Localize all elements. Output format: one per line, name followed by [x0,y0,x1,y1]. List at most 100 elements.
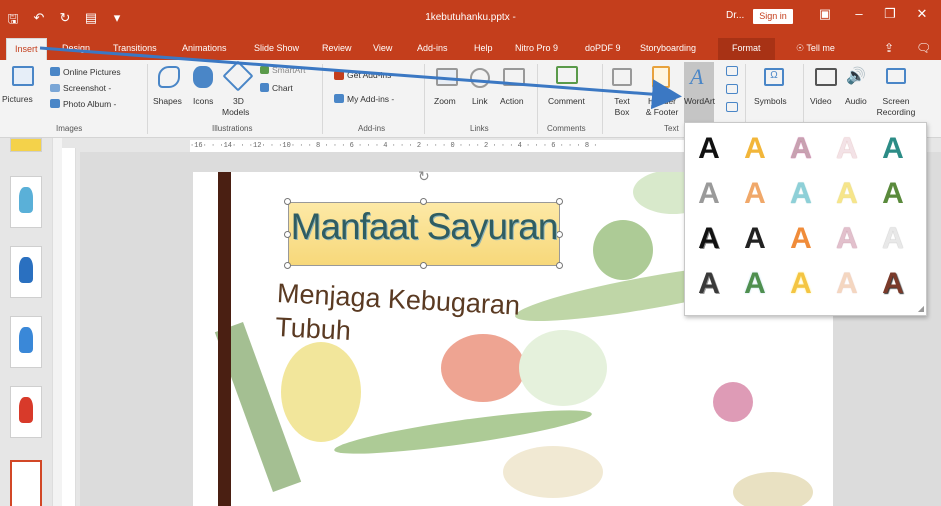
account-name[interactable]: Dr... [726,10,744,21]
slide-thumbnail[interactable] [10,386,42,438]
video-button[interactable]: Video [810,96,832,106]
minimize-icon[interactable]: – [847,6,871,21]
quick-access-toolbar: 🖫 ↶ ↻ ▤ ▾ [6,10,124,32]
wordart-style-option[interactable]: A [781,219,821,259]
comment-button[interactable]: Comment [548,96,585,106]
zoom-button[interactable]: Zoom [434,96,456,106]
screenshot-button[interactable]: Screenshot - [63,83,111,93]
3d-models-button[interactable]: 3D [233,96,244,106]
date-time-icon[interactable] [726,66,738,76]
wordart-style-option[interactable]: A [781,174,821,214]
separator [322,64,323,134]
restore-icon[interactable]: ❐ [878,6,902,22]
wordart-style-option[interactable]: A [781,264,821,304]
ribbon-display-icon[interactable]: ▣ [813,6,837,22]
screen-recording-button[interactable]: Screen [873,96,919,106]
slide-title[interactable]: Manfaat Sayuran [288,206,560,248]
tab-add-ins[interactable]: Add-ins [417,43,448,53]
wordart-style-option[interactable]: A [827,264,867,304]
onion-shape [733,472,813,506]
broccoli-shape [593,220,653,280]
slide-subtitle[interactable]: Menjaga Kebugaran Tubuh [274,276,521,357]
present-icon[interactable]: ▤ [84,10,98,32]
action-button[interactable]: Action [500,96,524,106]
symbols-button[interactable]: Symbols [754,96,787,106]
thumbnail-scrollbar[interactable] [52,138,62,506]
tab-view[interactable]: View [373,43,392,53]
resize-handle[interactable] [556,262,563,269]
wordart-style-option[interactable]: A [735,264,775,304]
wordart-style-option[interactable]: A [827,129,867,169]
link-icon [470,68,490,88]
redo-icon[interactable]: ↻ [58,10,72,32]
document-title: 1kebutuhanku.pptx - [425,12,516,23]
tab-slide-show[interactable]: Slide Show [254,43,299,53]
tab-help[interactable]: Help [474,43,493,53]
resize-handle[interactable] [284,198,291,205]
wordart-button[interactable]: A WordArt [684,62,715,122]
tell-me-search[interactable]: ☉ Tell me [796,43,835,54]
slide-number-icon[interactable] [726,84,738,94]
tab-design[interactable]: Design [62,43,90,53]
pictures-button[interactable]: Pictures [2,94,33,104]
tab-dopdf[interactable]: doPDF 9 [585,43,621,53]
link-button[interactable]: Link [472,96,488,106]
slide-thumbnail[interactable] [10,246,42,298]
icons-button[interactable]: Icons [193,96,213,106]
icons-icon [193,66,213,88]
tab-storyboarding[interactable]: Storyboarding [640,43,696,53]
tab-insert[interactable]: Insert [6,38,47,60]
wordart-style-option[interactable]: A [873,264,913,304]
wordart-style-option[interactable]: A [689,129,729,169]
wordart-style-option[interactable]: A [735,219,775,259]
smartart-icon [260,66,269,74]
online-pictures-button[interactable]: Online Pictures [63,67,121,77]
resize-handle[interactable] [420,198,427,205]
photo-album-button[interactable]: Photo Album - [63,99,116,109]
undo-icon[interactable]: ↶ [32,10,46,32]
wordart-style-option[interactable]: A [873,129,913,169]
shapes-button[interactable]: Shapes [153,96,182,106]
wordart-style-option[interactable]: A [827,219,867,259]
slide-thumbnail[interactable] [10,138,42,152]
tab-animations[interactable]: Animations [182,43,227,53]
tab-transitions[interactable]: Transitions [113,43,157,53]
wordart-style-option[interactable]: A [781,129,821,169]
comment-icon [556,66,578,84]
wordart-styles-gallery: ◢ AAAAAAAAAAAAAAAAAAAA [684,122,927,316]
wordart-style-option[interactable]: A [735,129,775,169]
audio-button[interactable]: Audio [845,96,867,106]
resize-grip-icon[interactable]: ◢ [918,304,924,313]
resize-handle[interactable] [284,262,291,269]
tab-nitro-pro[interactable]: Nitro Pro 9 [515,43,558,53]
wordart-style-option[interactable]: A [873,219,913,259]
tab-format[interactable]: Format [718,38,775,60]
slide-thumbnail[interactable] [10,316,42,368]
slide-thumbnail-selected[interactable] [10,460,42,506]
comments-icon[interactable]: 🗨 [916,41,931,55]
close-icon[interactable]: ✕ [910,6,934,22]
wordart-style-option[interactable]: A [735,174,775,214]
sign-in-button[interactable]: Sign in [753,9,793,24]
save-icon[interactable]: 🖫 [6,10,20,32]
get-add-ins-button[interactable]: Get Add-ins [347,70,391,80]
wordart-style-option[interactable]: A [827,174,867,214]
wordart-style-option[interactable]: A [689,174,729,214]
wordart-style-option[interactable]: A [689,219,729,259]
chart-button[interactable]: Chart [272,83,293,93]
text-box-button[interactable]: Text [611,96,633,106]
tab-review[interactable]: Review [322,43,352,53]
customize-icon[interactable]: ▾ [110,10,124,32]
smartart-button[interactable]: SmartArt [272,65,306,75]
rotate-handle-icon[interactable]: ↻ [418,168,430,185]
resize-handle[interactable] [420,262,427,269]
slide-thumbnail[interactable] [10,176,42,228]
wordart-style-option[interactable]: A [873,174,913,214]
my-add-ins-button[interactable]: My Add-ins - [347,94,394,104]
object-icon[interactable] [726,102,738,112]
header-footer-button[interactable]: Header [642,96,682,106]
wordart-style-option[interactable]: A [689,264,729,304]
share-icon[interactable]: ⇪ [884,41,894,55]
resize-handle[interactable] [556,198,563,205]
links-group-label: Links [470,124,489,133]
